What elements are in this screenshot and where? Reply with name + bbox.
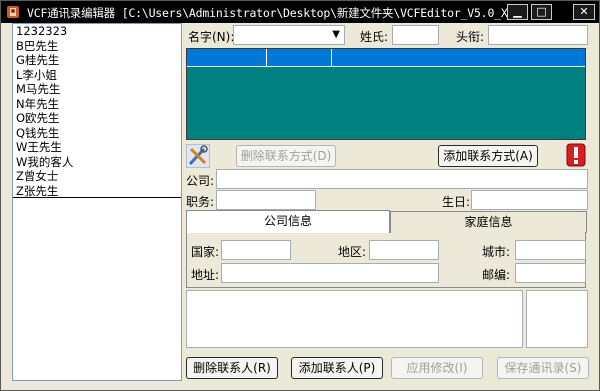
list-item[interactable]: W我的客人 — [13, 155, 181, 170]
list-item[interactable]: G桂先生 — [13, 53, 181, 68]
list-item[interactable]: L李小姐 — [13, 68, 181, 83]
notes-field[interactable] — [186, 290, 523, 348]
app-icon — [7, 6, 19, 18]
surname-field[interactable] — [392, 25, 439, 45]
birthday-label: 生日: — [442, 195, 471, 209]
contact-method-grid[interactable] — [186, 48, 586, 140]
position-field[interactable] — [216, 190, 316, 210]
tools-icon[interactable] — [185, 143, 211, 169]
city-field[interactable] — [515, 240, 586, 260]
exclamation-icon[interactable] — [565, 143, 587, 167]
grid-header — [187, 49, 585, 67]
minimize-button[interactable]: ▁ — [507, 4, 528, 20]
region-label: 地区: — [338, 245, 367, 259]
list-item[interactable]: N年先生 — [13, 97, 181, 112]
list-item[interactable]: Z曾女士 — [13, 169, 181, 184]
position-label: 职务: — [186, 195, 215, 209]
save-contacts-button[interactable]: 保存通讯录(S) — [497, 357, 589, 379]
apply-changes-button[interactable]: 应用修改(I) — [391, 357, 483, 379]
postcode-label: 邮编: — [482, 268, 511, 282]
contact-photo[interactable] — [526, 290, 588, 348]
list-item[interactable]: W王先生 — [13, 140, 181, 155]
tab-company-info[interactable]: 公司信息 — [186, 210, 390, 233]
list-item[interactable]: M马先生 — [13, 82, 181, 97]
column-divider[interactable] — [266, 49, 267, 67]
list-item[interactable]: 1232323 — [13, 24, 181, 39]
add-contact-button[interactable]: 添加联系人(P) — [291, 357, 383, 379]
app-window: VCF通讯录编辑器 [C:\Users\Administrator\Deskto… — [0, 0, 600, 391]
title-field[interactable] — [488, 25, 588, 45]
maximize-button[interactable]: □ — [531, 4, 552, 20]
postcode-field[interactable] — [515, 263, 586, 283]
window-title: VCF通讯录编辑器 [C:\Users\Administrator\Deskto… — [27, 6, 507, 20]
delete-contact-method-button[interactable]: 删除联系方式(D) — [236, 145, 336, 167]
surname-label: 姓氏: — [360, 30, 389, 44]
tab-home-info[interactable]: 家庭信息 — [390, 211, 587, 233]
column-divider[interactable] — [331, 49, 332, 67]
company-label: 公司: — [186, 174, 215, 188]
region-field[interactable] — [369, 240, 439, 260]
delete-contact-button[interactable]: 删除联系人(R) — [186, 357, 278, 379]
title-label: 头衔: — [456, 30, 485, 44]
exclamation-icon-graphic — [566, 143, 586, 167]
title-bar[interactable]: VCF通讯录编辑器 [C:\Users\Administrator\Deskto… — [1, 1, 599, 23]
name-combo[interactable]: ▼ — [233, 25, 345, 45]
list-item[interactable]: Z张先生 — [13, 184, 181, 198]
address-label: 地址: — [191, 268, 220, 282]
close-button[interactable]: ✕ — [573, 4, 595, 20]
birthday-field[interactable] — [471, 190, 588, 210]
name-label: 名字(N): — [188, 30, 235, 44]
list-item[interactable]: B巴先生 — [13, 39, 181, 54]
list-item[interactable]: Q钱先生 — [13, 126, 181, 141]
company-field[interactable] — [216, 169, 588, 189]
country-label: 国家: — [191, 245, 220, 259]
tools-icon-graphic — [185, 143, 211, 169]
address-field[interactable] — [221, 263, 439, 283]
country-field[interactable] — [221, 240, 291, 260]
list-item[interactable]: O欧先生 — [13, 111, 181, 126]
city-label: 城市: — [482, 245, 511, 259]
add-contact-method-button[interactable]: 添加联系方式(A) — [438, 145, 538, 167]
chevron-down-icon: ▼ — [332, 29, 340, 40]
contact-list[interactable]: 1232323 B巴先生 G桂先生 L李小姐 M马先生 N年先生 O欧先生 Q钱… — [12, 23, 182, 381]
